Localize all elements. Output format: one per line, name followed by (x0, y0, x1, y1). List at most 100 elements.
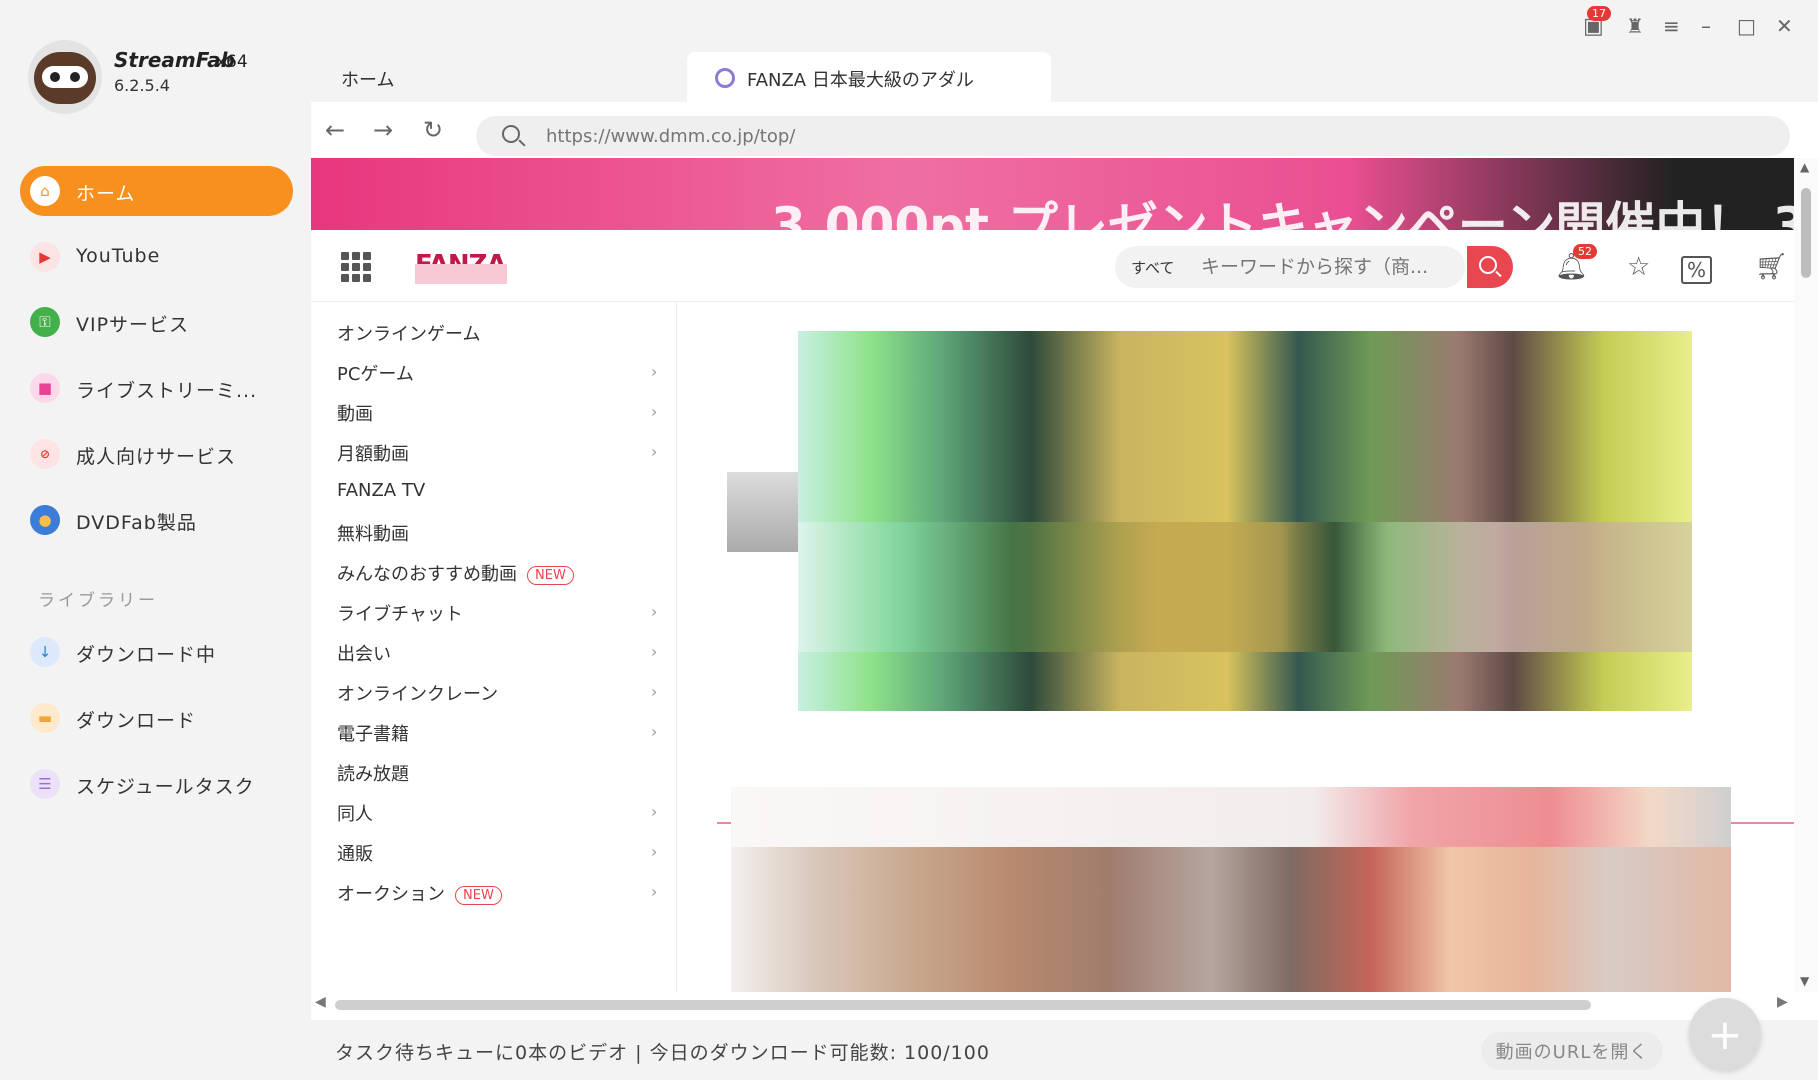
cart-icon[interactable]: 🛒︎ (1755, 252, 1788, 282)
streamfab-app: StreamFab x64 6.2.5.4 ⌂ ホーム ▶ YouTube ⚿ … (0, 0, 1818, 1080)
sidebar-item-label: スケジュールタスク (76, 776, 255, 798)
coupon-icon[interactable]: % (1681, 256, 1713, 284)
url-input[interactable] (546, 122, 1746, 150)
sidebar-item-schedule-tasks[interactable]: ☰ スケジュールタスク (20, 759, 293, 809)
tab-fanza[interactable]: FANZA 日本最大級のアダル (687, 52, 1051, 102)
bell-count-badge: 52 (1573, 244, 1597, 259)
search-scope-select[interactable]: すべて (1131, 257, 1174, 278)
scroll-up-icon[interactable]: ▲ (1800, 160, 1809, 174)
sidebar-item-label: VIPサービス (76, 314, 190, 336)
new-badge: NEW (455, 885, 502, 905)
notification-count-badge: 17 (1587, 6, 1611, 21)
menu-item-recommended-videos[interactable]: みんなのおすすめ動画 NEW (337, 560, 574, 586)
menu-item-pc-games[interactable]: PCゲーム (337, 360, 414, 386)
sidebar-item-label: ダウンロード (76, 710, 197, 732)
sidebar-item-label: 成人向けサービス (76, 446, 237, 468)
schedule-list-icon: ☰ (30, 769, 60, 799)
horizontal-scrollbar[interactable]: ◀ ▶ (311, 992, 1794, 1020)
chevron-right-icon: › (651, 602, 658, 621)
tab-home[interactable]: ホーム (341, 66, 394, 92)
menu-item-live-chat[interactable]: ライブチャット (337, 600, 463, 626)
menu-item-auction[interactable]: オークション NEW (337, 880, 502, 906)
close-icon[interactable]: ✕ (1776, 14, 1793, 38)
tab-title: FANZA 日本最大級のアダル (747, 70, 974, 91)
sidebar-item-downloaded[interactable]: ▬ ダウンロード (20, 693, 293, 743)
menu-item-fanza-tv[interactable]: FANZA TV (337, 480, 425, 501)
loading-spinner-icon (715, 68, 735, 88)
home-icon: ⌂ (30, 176, 60, 206)
folder-icon: ▬ (30, 703, 60, 733)
menu-item-encounters[interactable]: 出会い (337, 640, 391, 666)
adult-18-icon: ⊘ (30, 439, 60, 469)
sidebar-item-vip-services[interactable]: ⚿ VIPサービス (20, 297, 293, 347)
fanza-search-input[interactable] (1201, 252, 1451, 282)
chevron-right-icon: › (651, 642, 658, 661)
sidebar-item-youtube[interactable]: ▶ YouTube (20, 232, 293, 282)
sidebar-item-label: YouTube (76, 245, 161, 267)
add-button[interactable]: + (1689, 998, 1761, 1070)
menu-item-unlimited-reading[interactable]: 読み放題 (337, 760, 409, 786)
chevron-right-icon: › (651, 842, 658, 861)
app-logo: StreamFab x64 6.2.5.4 (28, 40, 278, 114)
pixelated-content-strip-top (731, 787, 1731, 847)
menu-item-videos[interactable]: 動画 (337, 400, 373, 426)
download-arrow-icon: ↓ (30, 637, 60, 667)
vertical-scrollbar[interactable]: ▲ ▼ (1794, 158, 1818, 992)
menu-item-online-crane[interactable]: オンラインクレーン (337, 680, 498, 706)
app-version: 6.2.5.4 (114, 76, 170, 95)
chevron-right-icon: › (651, 802, 658, 821)
sidebar-item-downloading[interactable]: ↓ ダウンロード中 (20, 627, 293, 677)
address-bar[interactable] (476, 116, 1790, 156)
scroll-left-icon[interactable]: ◀ (315, 994, 326, 1010)
sidebar-item-label: DVDFab製品 (76, 512, 197, 534)
key-icon: ⚿ (30, 307, 60, 337)
menu-icon[interactable]: ≡ (1663, 14, 1680, 38)
scroll-down-icon[interactable]: ▼ (1800, 974, 1809, 988)
menu-item-ebooks[interactable]: 電子書籍 (337, 720, 409, 746)
sidebar: StreamFab x64 6.2.5.4 ⌂ ホーム ▶ YouTube ⚿ … (0, 0, 311, 1080)
sloth-logo-icon (28, 40, 102, 114)
menu-item-doujin[interactable]: 同人 (337, 800, 373, 826)
menu-item-online-games[interactable]: オンラインゲーム (337, 320, 480, 346)
minimize-icon[interactable]: – (1701, 14, 1711, 38)
chevron-right-icon: › (651, 362, 658, 381)
apps-grid-icon[interactable] (341, 252, 371, 282)
maximize-icon[interactable]: □ (1737, 14, 1756, 38)
sidebar-item-label: ライブストリーミ... (76, 380, 258, 402)
menu-item-free-videos[interactable]: 無料動画 (337, 520, 409, 546)
browser-toolbar: ← → ↻ (311, 102, 1818, 158)
chevron-right-icon: › (651, 442, 658, 461)
pixelated-hero-overlay (798, 522, 1692, 652)
tshirt-skin-icon[interactable]: ♜ (1626, 14, 1644, 38)
sidebar-item-adult-services[interactable]: ⊘ 成人向けサービス (20, 429, 293, 479)
chevron-right-icon: › (651, 722, 658, 741)
star-icon[interactable]: ☆ (1627, 252, 1650, 282)
dvdfab-icon: ● (30, 505, 60, 535)
pixelated-hero-image[interactable] (798, 331, 1692, 711)
forward-arrow-icon[interactable]: → (373, 116, 393, 144)
banner-caption: 3,000pt.プレゼントキャンペーン開催中！ 3/30まで (771, 197, 1794, 230)
chevron-right-icon: › (651, 682, 658, 701)
menu-item-mail-order[interactable]: 通販 (337, 840, 373, 866)
sidebar-item-home[interactable]: ⌂ ホーム (20, 166, 293, 216)
new-badge: NEW (527, 565, 574, 585)
promo-banner[interactable]: 3,000pt.プレゼントキャンペーン開催中！ 3/30まで (311, 158, 1794, 230)
title-bar: ホーム FANZA 日本最大級のアダル ▣ 17 ♜ ≡ – □ ✕ (311, 0, 1818, 102)
chevron-right-icon: › (651, 402, 658, 421)
sidebar-item-live-streaming[interactable]: ■ ライブストリーミ... (20, 363, 293, 413)
sidebar-item-label: ダウンロード中 (76, 644, 217, 666)
fanza-logo[interactable]: FANZA (415, 250, 507, 284)
scrollbar-thumb[interactable] (1801, 188, 1811, 278)
reload-icon[interactable]: ↻ (423, 116, 443, 144)
fanza-header: FANZA すべて 🔔︎ 52 ☆ % 🛒︎ (311, 230, 1794, 302)
search-button[interactable] (1467, 246, 1513, 288)
library-section-title: ライブラリー (38, 591, 158, 611)
back-arrow-icon[interactable]: ← (325, 116, 345, 144)
menu-item-monthly-videos[interactable]: 月額動画 (337, 440, 409, 466)
status-bar: タスク待ちキューに0本のビデオ | 今日のダウンロード可能数: 100/100 … (311, 998, 1818, 1080)
open-video-url-button[interactable]: 動画のURLを開く (1481, 1032, 1663, 1070)
scrollbar-thumb[interactable] (335, 1000, 1591, 1010)
scroll-right-icon[interactable]: ▶ (1777, 994, 1788, 1010)
sidebar-item-dvdfab-products[interactable]: ● DVDFab製品 (20, 495, 293, 545)
chevron-right-icon: › (651, 882, 658, 901)
